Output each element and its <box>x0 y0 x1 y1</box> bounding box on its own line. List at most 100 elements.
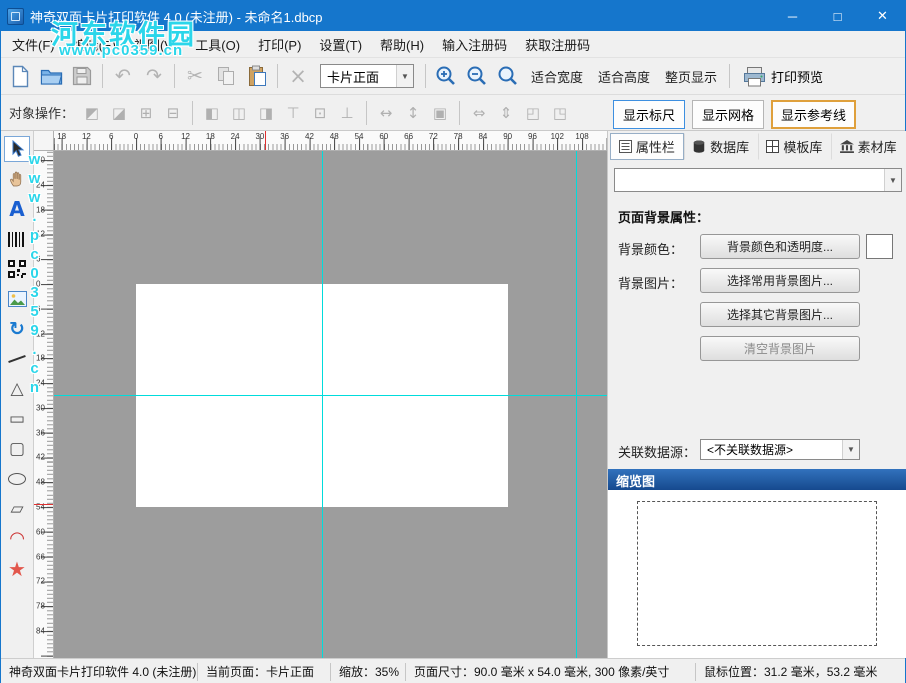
rectangle-tool[interactable]: ▭ <box>4 406 30 432</box>
separator <box>366 100 368 125</box>
menu-item[interactable]: 视图(V) <box>125 31 186 58</box>
open-button[interactable] <box>36 62 66 90</box>
menu-item[interactable]: 设置(T) <box>310 31 371 58</box>
select-tool[interactable] <box>4 136 30 162</box>
chevron-down-icon: ▼ <box>884 169 901 191</box>
combine-icon[interactable]: ◩ <box>80 101 104 125</box>
minimize-button[interactable]: ─ <box>770 1 815 31</box>
zoom-out-button[interactable] <box>462 62 492 90</box>
space-evenly-h-icon[interactable]: ⇔ <box>467 101 491 125</box>
ruler-label: 84 <box>36 626 45 636</box>
show-guides-toggle[interactable]: 显示参考线 <box>771 100 857 129</box>
tab-templates[interactable]: 模板库 <box>757 133 832 160</box>
rounded-rect-tool[interactable]: ▢ <box>4 436 30 462</box>
clear-bg-button[interactable]: 清空背景图片 <box>700 336 860 361</box>
maximize-button[interactable]: □ <box>815 1 860 31</box>
align-bottom-icon[interactable]: ⊥ <box>335 101 359 125</box>
image-tool[interactable] <box>4 286 30 312</box>
ruler-corner <box>34 131 54 151</box>
same-height-icon[interactable]: ↕ <box>401 101 425 125</box>
undo-button[interactable]: ↶ <box>108 62 138 90</box>
thumbnail-header: 缩览图 <box>608 469 906 490</box>
menu-item[interactable]: 编辑(E) <box>64 31 125 58</box>
separator <box>102 64 103 88</box>
page-selector[interactable]: 卡片正面 ▼ <box>320 64 414 88</box>
separator <box>277 64 278 88</box>
fit-page-button[interactable]: 整页显示 <box>658 62 724 91</box>
menu-item[interactable]: 工具(O) <box>186 31 249 58</box>
ellipse-tool[interactable] <box>4 466 30 492</box>
menu-item[interactable]: 文件(F) <box>3 31 64 58</box>
ruler-label: 6 <box>158 132 163 141</box>
ruler-label: 30 <box>255 132 265 141</box>
redo-button[interactable]: ↷ <box>139 62 169 90</box>
choose-common-bg-button[interactable]: 选择常用背景图片... <box>700 268 860 293</box>
mouse-position-marker-v <box>34 503 53 505</box>
delete-button[interactable]: × <box>283 62 313 90</box>
line-tool[interactable] <box>4 346 30 372</box>
bring-front-icon[interactable]: ◰ <box>521 101 545 125</box>
show-ruler-toggle[interactable]: 显示标尺 <box>613 100 686 129</box>
tab-label: 模板库 <box>783 140 823 155</box>
same-size-icon[interactable]: ▣ <box>428 101 452 125</box>
show-grid-toggle[interactable]: 显示网格 <box>692 100 765 129</box>
align-center-icon[interactable]: ◫ <box>227 101 251 125</box>
guide-line-vertical[interactable] <box>322 151 323 658</box>
tab-materials[interactable]: 素材库 <box>831 133 905 160</box>
thumbnail-card-box[interactable] <box>637 501 877 646</box>
arc-tool[interactable]: ◠ <box>4 526 30 552</box>
print-preview-button[interactable]: 打印预览 <box>735 63 831 90</box>
same-width-icon[interactable]: ↔ <box>374 101 398 125</box>
vertical-ruler[interactable]: 30 24 18 12 6 0 6 12 18 24 30 36 42 48 54 60 66 72 78 84 <box>34 151 54 658</box>
qrcode-icon <box>8 260 26 278</box>
menu-item[interactable]: 输入注册码 <box>433 31 516 58</box>
rotate-tool[interactable]: ↻ <box>4 316 30 342</box>
horizontal-ruler[interactable]: 18 12 6 0 6 12 18 24 30 36 42 48 54 60 66 72 78 84 90 96 102… <box>54 131 607 151</box>
parallelogram-tool[interactable]: ▱ <box>4 496 30 522</box>
ruler-label: 18 <box>36 205 45 215</box>
paste-button[interactable] <box>242 62 272 90</box>
menu-item[interactable]: 打印(P) <box>249 31 310 58</box>
barcode-tool[interactable] <box>4 226 30 252</box>
space-evenly-v-icon[interactable]: ⇕ <box>494 101 518 125</box>
tab-database[interactable]: 数据库 <box>683 133 758 160</box>
copy-button[interactable] <box>211 62 241 90</box>
guide-line-horizontal[interactable] <box>54 395 607 396</box>
align-middle-icon[interactable]: ⊡ <box>308 101 332 125</box>
qrcode-tool[interactable] <box>4 256 30 282</box>
zoom-in-button[interactable] <box>431 62 461 90</box>
triangle-tool[interactable]: △ <box>4 376 30 402</box>
datasource-selector[interactable]: <不关联数据源> ▼ <box>700 439 860 460</box>
star-tool[interactable]: ★ <box>4 556 30 582</box>
close-button[interactable]: ✕ <box>860 1 905 31</box>
save-button[interactable] <box>67 62 97 90</box>
ruler-label: 12 <box>81 132 91 141</box>
ungroup-icon[interactable]: ⊟ <box>161 101 185 125</box>
cut-button[interactable]: ✂ <box>180 62 210 90</box>
pan-tool[interactable] <box>4 166 30 192</box>
group-icon[interactable]: ⊞ <box>134 101 158 125</box>
align-left-icon[interactable]: ◧ <box>200 101 224 125</box>
image-icon <box>7 291 27 307</box>
tab-properties[interactable]: 属性栏 <box>610 133 684 160</box>
text-tool[interactable]: A <box>4 196 30 222</box>
guide-line-vertical[interactable] <box>576 151 577 658</box>
canvas[interactable] <box>54 151 607 658</box>
main-toolbar: ↶ ↷ ✂ × 卡片正面 ▼ 适合宽度 适合高度 整页显示 打印预览 <box>1 58 905 95</box>
bg-color-swatch[interactable] <box>866 234 893 259</box>
choose-other-bg-button[interactable]: 选择其它背景图片... <box>700 302 860 327</box>
object-selector[interactable]: ▼ <box>614 168 902 192</box>
align-top-icon[interactable]: ⊤ <box>281 101 305 125</box>
fit-height-button[interactable]: 适合高度 <box>591 62 657 91</box>
menu-item[interactable]: 帮助(H) <box>371 31 433 58</box>
tab-label: 素材库 <box>857 140 897 155</box>
zoom-area-button[interactable] <box>493 62 523 90</box>
send-back-icon[interactable]: ◳ <box>548 101 572 125</box>
align-right-icon[interactable]: ◨ <box>254 101 278 125</box>
ruler-label: 24 <box>36 180 45 190</box>
break-combine-icon[interactable]: ◪ <box>107 101 131 125</box>
bg-color-button[interactable]: 背景颜色和透明度... <box>700 234 860 259</box>
fit-width-button[interactable]: 适合宽度 <box>524 62 590 91</box>
menu-item[interactable]: 获取注册码 <box>516 31 599 58</box>
new-button[interactable] <box>5 62 35 90</box>
